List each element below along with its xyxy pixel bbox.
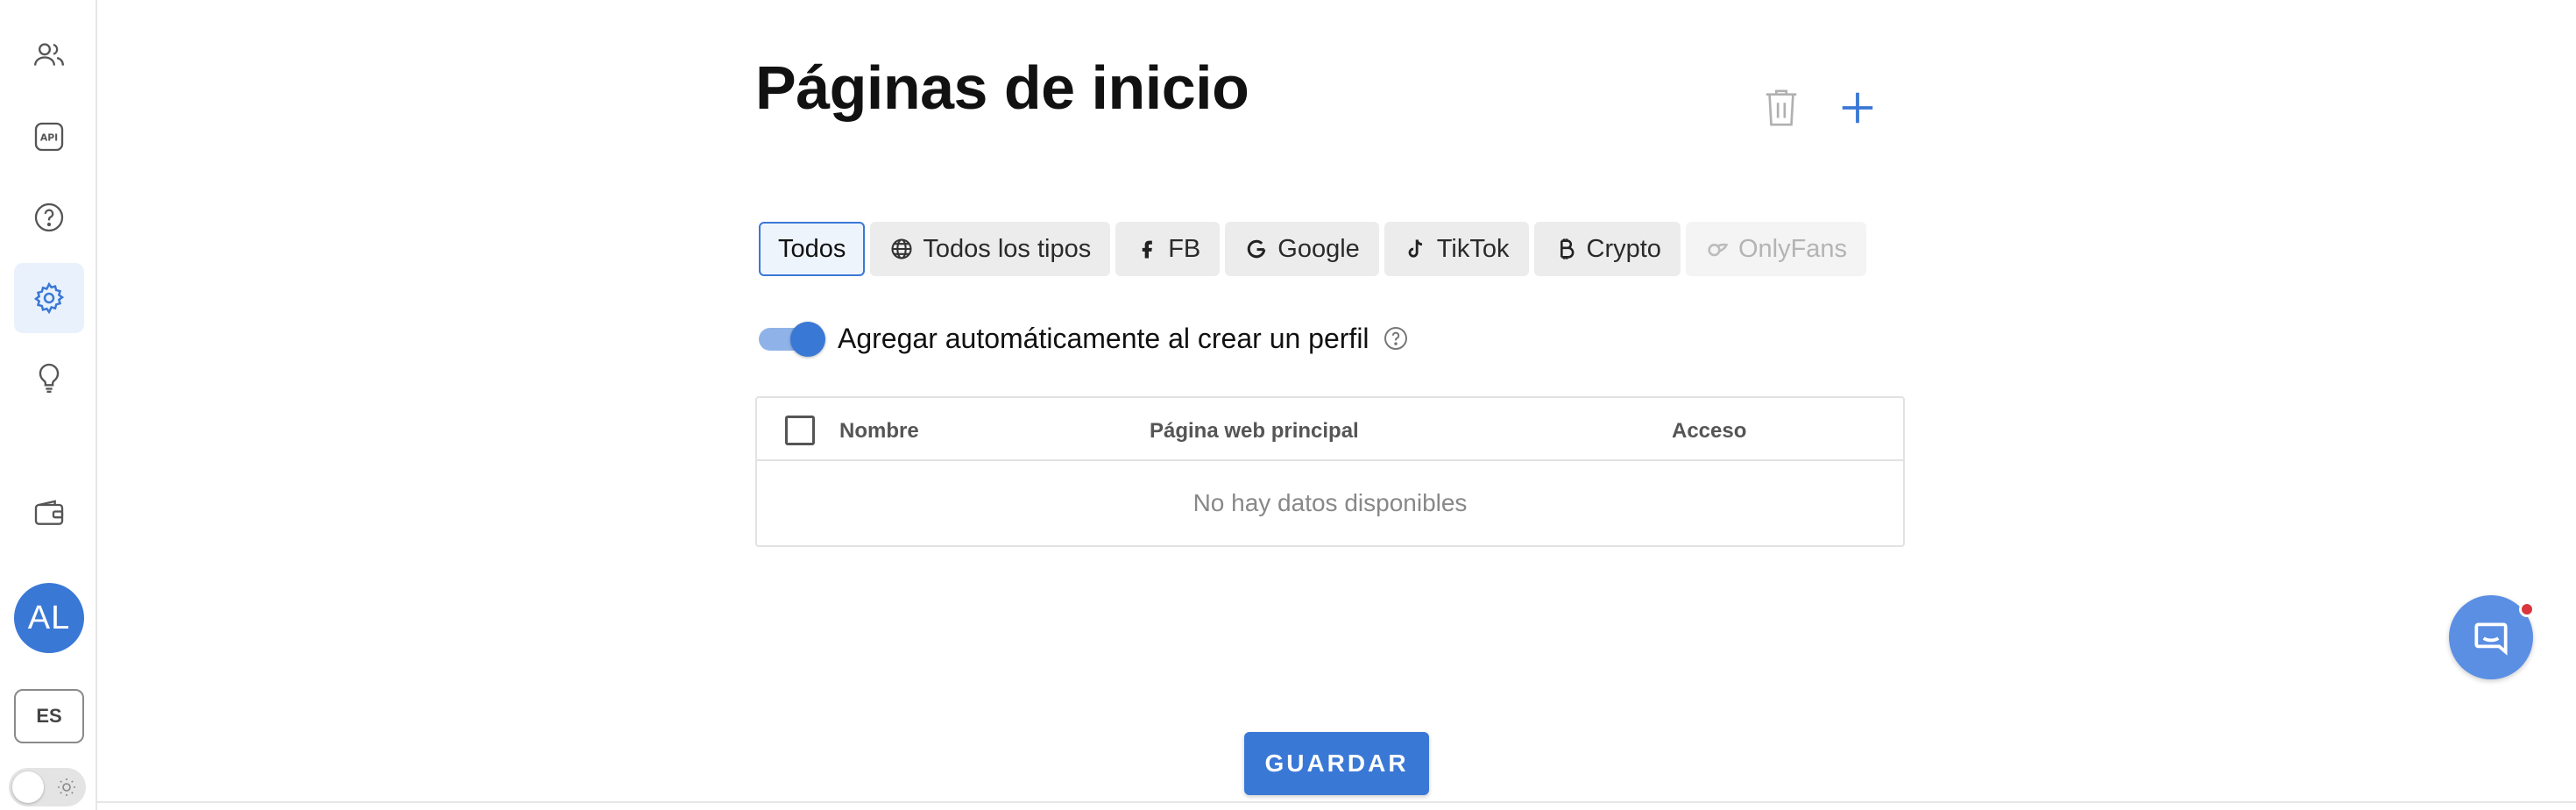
filter-bar: Todos Todos los tipos FB Google TikTok C… bbox=[759, 222, 1867, 276]
svg-text:API: API bbox=[40, 131, 58, 143]
theme-toggle-knob bbox=[12, 771, 44, 803]
sidebar-item-settings[interactable] bbox=[14, 263, 84, 333]
empty-state: No hay datos disponibles bbox=[1192, 489, 1468, 516]
table-header: Nombre Página web principal Acceso bbox=[757, 398, 1903, 461]
notification-dot bbox=[2519, 601, 2535, 617]
add-button[interactable] bbox=[1837, 88, 1878, 128]
globe-icon bbox=[891, 238, 912, 259]
trash-icon bbox=[1766, 89, 1797, 126]
users-icon bbox=[34, 43, 64, 66]
sidebar-item-wallet[interactable] bbox=[14, 479, 84, 549]
google-icon bbox=[1248, 239, 1266, 259]
filter-google[interactable]: Google bbox=[1225, 222, 1379, 276]
divider bbox=[97, 801, 2576, 803]
filter-tiktok[interactable]: TikTok bbox=[1384, 222, 1529, 276]
api-icon: API bbox=[34, 122, 64, 152]
tiktok-icon bbox=[1408, 239, 1422, 258]
sidebar-item-users[interactable] bbox=[14, 20, 84, 90]
auto-add-label: Agregar automáticamente al crear un perf… bbox=[838, 322, 1369, 354]
sidebar-item-ideas[interactable] bbox=[14, 343, 84, 413]
auto-add-row: Agregar automáticamente al crear un perf… bbox=[759, 317, 1410, 359]
sun-icon bbox=[58, 778, 75, 796]
page-title: Páginas de inicio bbox=[755, 53, 1249, 122]
column-header-website[interactable]: Página web principal bbox=[1150, 419, 1359, 444]
help-icon bbox=[34, 202, 64, 232]
facebook-icon bbox=[1142, 240, 1153, 259]
sidebar-item-help[interactable] bbox=[14, 182, 84, 252]
filter-all-types[interactable]: Todos los tipos bbox=[870, 222, 1111, 276]
gear-icon bbox=[33, 281, 65, 315]
select-all-checkbox[interactable] bbox=[785, 416, 815, 445]
switch-knob bbox=[790, 322, 825, 357]
filter-label: OnlyFans bbox=[1737, 234, 1848, 263]
avatar[interactable]: AL bbox=[14, 583, 84, 653]
onlyfans-icon bbox=[1708, 243, 1729, 257]
plus-icon bbox=[1842, 92, 1873, 124]
filter-label: TikTok bbox=[1436, 234, 1510, 263]
filter-label: Crypto bbox=[1586, 234, 1661, 263]
auto-add-switch[interactable] bbox=[759, 317, 825, 359]
filter-label: Google bbox=[1277, 234, 1360, 263]
theme-toggle[interactable] bbox=[9, 768, 86, 806]
filter-crypto[interactable]: Crypto bbox=[1533, 222, 1681, 276]
column-header-access[interactable]: Acceso bbox=[1672, 419, 1746, 444]
bitcoin-icon bbox=[1560, 238, 1574, 259]
question-icon[interactable] bbox=[1382, 324, 1410, 352]
filter-onlyfans[interactable]: OnlyFans bbox=[1685, 222, 1867, 276]
delete-button[interactable] bbox=[1761, 86, 1801, 130]
filter-label: Todos los tipos bbox=[923, 234, 1092, 263]
pages-table: Nombre Página web principal Acceso No ha… bbox=[755, 396, 1905, 547]
wallet-icon bbox=[34, 500, 64, 525]
language-selector[interactable]: ES bbox=[14, 689, 84, 743]
chat-icon bbox=[2474, 622, 2508, 656]
sidebar-item-api[interactable]: API bbox=[14, 102, 84, 172]
filter-label: Todos bbox=[778, 234, 846, 263]
filter-fb[interactable]: FB bbox=[1115, 222, 1221, 276]
filter-todos[interactable]: Todos bbox=[759, 222, 866, 276]
sidebar: API AL ES bbox=[0, 0, 97, 810]
lightbulb-icon bbox=[39, 363, 60, 393]
save-button-label: GUARDAR bbox=[1264, 750, 1409, 777]
save-button[interactable]: GUARDAR bbox=[1244, 732, 1429, 795]
filter-label: FB bbox=[1168, 234, 1201, 263]
avatar-initials: AL bbox=[27, 599, 71, 636]
language-label: ES bbox=[36, 705, 62, 727]
column-header-name[interactable]: Nombre bbox=[839, 419, 919, 444]
